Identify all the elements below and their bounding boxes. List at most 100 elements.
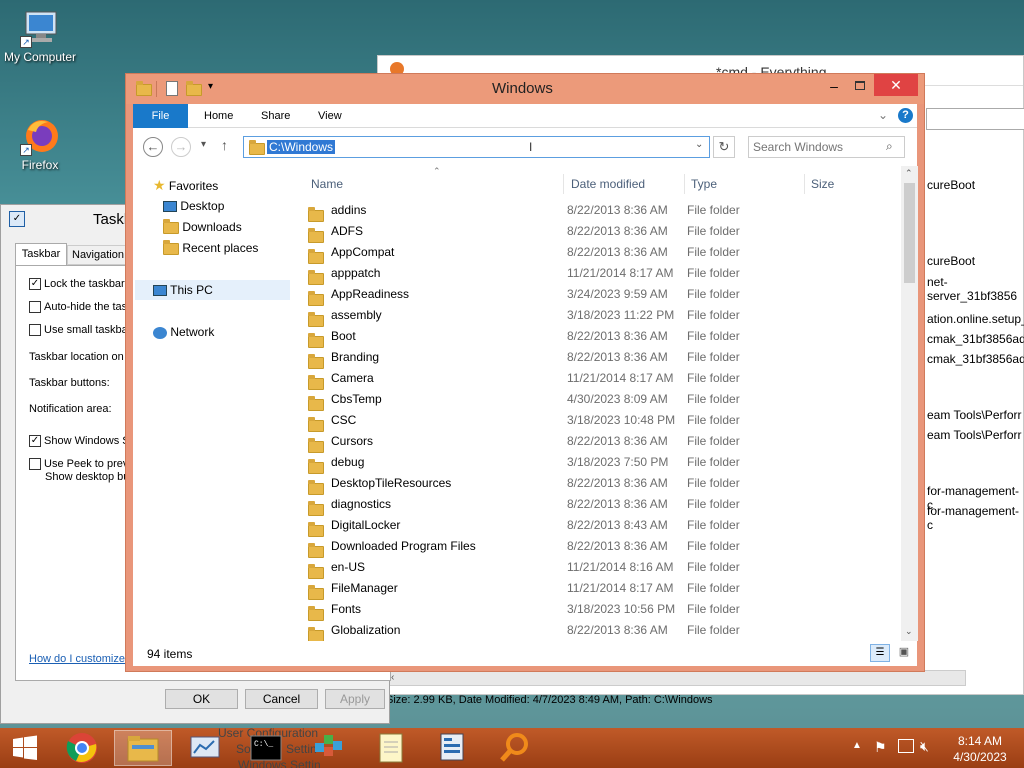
file-row[interactable]: AppCompat 8/22/2013 8:36 AM File folder [303,242,893,264]
column-divider[interactable] [563,174,564,194]
help-icon[interactable]: ? [898,108,913,123]
file-row[interactable]: AppReadiness 3/24/2023 9:59 AM File folder [303,284,893,306]
new-folder-icon[interactable] [186,80,202,96]
tab-taskbar[interactable]: Taskbar [15,243,67,265]
file-row[interactable]: addins 8/22/2013 8:36 AM File folder [303,200,893,222]
vertical-scrollbar[interactable]: ⌃ ⌄ [901,166,918,641]
file-row[interactable]: Boot 8/22/2013 8:36 AM File folder [303,326,893,348]
maximize-button[interactable] [852,78,868,92]
everything-hscrollbar[interactable]: ‹ [386,670,966,686]
tab-navigation[interactable]: Navigation [67,245,129,265]
tab-share[interactable]: Share [247,104,304,128]
apply-button[interactable]: Apply [325,689,385,709]
show-hidden-icons-icon[interactable]: ▲ [852,740,862,751]
everything-taskbar-button[interactable] [486,730,544,766]
address-dropdown-icon[interactable]: ⌄ [695,139,703,150]
network-tray-icon[interactable] [898,739,914,753]
column-divider[interactable] [804,174,805,194]
notepad-taskbar-button[interactable] [362,730,420,766]
properties-icon[interactable] [166,81,178,96]
autohide-option[interactable]: Auto-hide the tas [29,301,127,314]
everything-search-box[interactable] [926,108,1024,130]
small-buttons-checkbox[interactable] [29,324,41,337]
address-bar[interactable]: C:\Windows I ⌄ [243,136,710,158]
autohide-checkbox[interactable] [29,301,41,314]
everything-status: Size: 2.99 KB, Date Modified: 4/7/2023 8… [386,694,713,706]
file-row[interactable]: en-US 11/21/2014 8:16 AM File folder [303,557,893,579]
forward-button[interactable]: → [171,137,191,157]
explorer-titlebar[interactable]: ▾ Windows ‒ ✕ [126,74,924,104]
tab-file[interactable]: File [133,104,188,128]
volume-muted-icon[interactable]: 🔇︎ [920,738,929,755]
ok-button[interactable]: OK [165,689,238,709]
up-button[interactable]: ↑ [221,137,228,153]
file-row[interactable]: debug 3/18/2023 7:50 PM File folder [303,452,893,474]
column-date[interactable]: Date modified [571,174,645,194]
back-button[interactable]: ← [143,137,163,157]
cmd-taskbar-button[interactable]: C:\_ [238,730,296,766]
column-size[interactable]: Size [811,174,834,194]
nav-network[interactable]: Network [153,322,214,342]
file-row[interactable]: Cursors 8/22/2013 8:36 AM File folder [303,431,893,453]
address-text[interactable]: C:\Windows [267,140,336,154]
scroll-down-icon[interactable]: ⌄ [905,626,913,637]
column-divider[interactable] [684,174,685,194]
lock-taskbar-checkbox[interactable]: ✓ [29,278,41,291]
minimize-button[interactable]: ‒ [826,78,842,94]
search-box[interactable]: ⌕ [748,136,905,158]
file-row[interactable]: Globalization 8/22/2013 8:36 AM File folde… [303,620,893,642]
qat-dropdown-icon[interactable]: ▾ [208,81,213,92]
scrollbar-thumb[interactable] [904,183,915,283]
file-row[interactable]: CSC 3/18/2023 10:48 PM File folder [303,410,893,432]
expand-ribbon-icon[interactable]: ⌄ [878,108,888,122]
recent-locations-icon[interactable]: ▾ [201,139,206,150]
nav-recent-places[interactable]: Recent places [163,238,258,258]
customize-help-link[interactable]: How do I customize [29,653,125,665]
file-row[interactable]: FileManager 11/21/2014 8:17 AM File folder [303,578,893,600]
explorer-window[interactable]: ▾ Windows ‒ ✕ File Home Share View ⌄ ? ←… [125,73,925,672]
file-row[interactable]: Branding 8/22/2013 8:36 AM File folder [303,347,893,369]
tab-view[interactable]: View [304,104,356,128]
server-manager-taskbar-button[interactable] [424,730,482,766]
cancel-button[interactable]: Cancel [245,689,318,709]
file-row[interactable]: diagnostics 8/22/2013 8:36 AM File folder [303,494,893,516]
column-type[interactable]: Type [691,174,717,194]
file-row[interactable]: DesktopTileResources 8/22/2013 8:36 AM Fil… [303,473,893,495]
nav-downloads[interactable]: Downloads [163,217,242,237]
column-name[interactable]: Name [311,174,343,194]
nav-favorites[interactable]: ★ Favorites [153,175,218,195]
lock-taskbar-option[interactable]: ✓ Lock the taskbar [29,278,125,291]
start-button[interactable] [0,730,50,766]
scroll-up-icon[interactable]: ⌃ [905,168,913,179]
refresh-button[interactable]: ↻ [713,136,735,158]
search-icon[interactable]: ⌕ [886,139,893,154]
registry-taskbar-button[interactable] [300,730,358,766]
small-buttons-option[interactable]: Use small taskbar [29,324,131,337]
file-row[interactable]: assembly 3/18/2023 11:22 PM File folder [303,305,893,327]
nav-desktop[interactable]: Desktop [163,196,224,216]
tray-clock[interactable]: 8:14 AM 4/30/2023 [944,733,1016,765]
file-row[interactable]: DigitalLocker 8/22/2013 8:43 AM File folde… [303,515,893,537]
file-row[interactable]: CbsTemp 4/30/2023 8:09 AM File folder [303,389,893,411]
large-icons-view-icon[interactable]: ▣ [894,644,914,662]
use-peek-checkbox[interactable] [29,458,41,471]
search-input[interactable] [753,139,878,155]
file-row[interactable]: apppatch 11/21/2014 8:17 AM File folder [303,263,893,285]
use-peek-option[interactable]: Use Peek to prev [29,458,128,471]
show-windows-option[interactable]: ✓ Show Windows S [29,435,130,448]
nav-this-pc[interactable]: This PC [135,280,290,300]
firefox-desktop-icon[interactable]: ↗ Firefox [0,116,80,172]
close-button[interactable]: ✕ [874,74,918,96]
tab-home[interactable]: Home [190,104,247,128]
details-view-icon[interactable]: ☰ [870,644,890,662]
file-explorer-taskbar-button[interactable] [114,730,172,766]
scroll-left-icon[interactable]: ‹ [391,672,394,683]
file-row[interactable]: Downloaded Program Files 8/22/2013 8:36 A… [303,536,893,558]
file-row[interactable]: ADFS 8/22/2013 8:36 AM File folder [303,221,893,243]
chrome-taskbar-button[interactable] [54,730,112,766]
file-row[interactable]: Fonts 3/18/2023 10:56 PM File folder [303,599,893,621]
file-row[interactable]: Camera 11/21/2014 8:17 AM File folder [303,368,893,390]
action-center-flag-icon[interactable]: ⚑ [874,739,887,756]
my-computer-desktop-icon[interactable]: ↗ My Computer [0,8,80,64]
show-windows-checkbox[interactable]: ✓ [29,435,41,448]
